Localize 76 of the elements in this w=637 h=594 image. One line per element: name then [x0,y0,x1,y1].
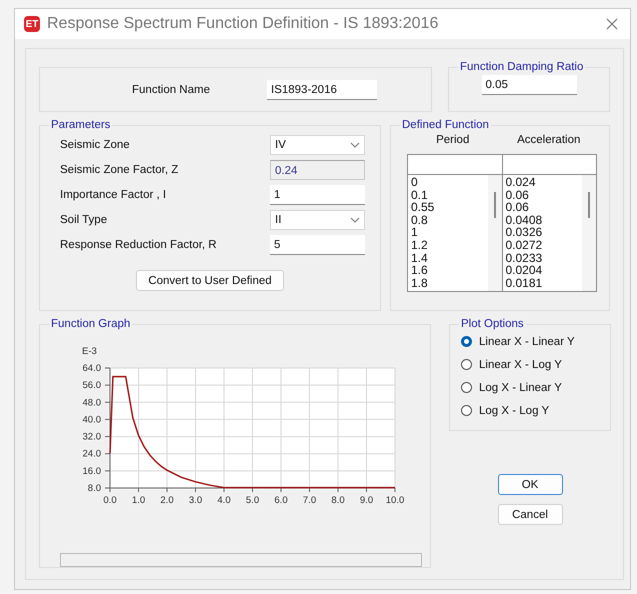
function-name-field[interactable]: IS1893-2016 [267,80,377,100]
value-list[interactable]: 0 0.1 0.55 0.8 1 1.2 1.4 1.6 1.8 [408,175,502,291]
list-item: 0.0272 [506,238,544,252]
x-tick-label: 3.0 [188,495,202,506]
list-item: 0.1 [411,188,429,202]
y-tick-label: 32.0 [82,432,101,443]
x-tick-label: 8.0 [331,495,345,506]
column-header: Period [435,134,470,146]
list-item: 0.0408 [506,214,544,226]
y-tick-label: 8.0 [88,483,101,494]
dialog-button[interactable]: Cancel [498,504,562,525]
field-label: Soil Type [60,214,108,226]
close-icon[interactable] [606,18,618,30]
list-item: 0.0326 [506,226,544,239]
input-field[interactable]: 1 [270,185,365,205]
dropdown[interactable]: II [270,210,365,230]
table-input-cell[interactable] [408,155,502,174]
x-tick-label: 0.0 [103,495,117,506]
x-tick-label: 9.0 [360,495,374,506]
y-tick-label: 56.0 [82,380,101,392]
list-item: 0.0181 [506,276,544,290]
y-tick-label: 64.0 [82,363,101,374]
plot-option-radio[interactable]: Log X - Log Y [458,399,602,422]
list-item: 1.2 [411,238,429,252]
damping-ratio-field[interactable]: 0.05 [482,75,576,95]
y-tick-label: 24.0 [82,448,101,460]
y-tick-label: 16.0 [82,466,101,477]
list-item: 0.8 [411,214,429,226]
group-title: Defined Function [401,119,490,131]
list-item: 0.0233 [506,252,544,264]
group-title: Parameters [50,119,112,131]
field-label: Seismic Zone [60,139,131,151]
list-item: 0.55 [411,201,436,214]
plot-option-radio[interactable]: Log X - Linear Y [458,376,602,399]
plot-option-radio[interactable]: Linear X - Linear Y [458,330,602,353]
x-tick-label: 10.0 [386,495,404,506]
group-title: Function Damping Ratio [459,61,584,73]
group-title: Function Graph [50,318,132,330]
y-tick-label: 48.0 [82,397,101,408]
column-header: Acceleration [516,134,582,146]
list-item: 0.06 [506,188,530,202]
list-item: 1 [411,226,419,239]
y-tick-label: 40.0 [82,414,101,426]
plot-option-radio[interactable]: Linear X - Log Y [458,353,602,376]
list-item: 0.024 [506,176,537,189]
table-input-cell[interactable] [502,155,596,174]
convert-button[interactable]: Convert to User Defined [136,270,284,291]
x-tick-label: 5.0 [246,495,260,506]
app-logo: ET [24,16,40,32]
field-label: Seismic Zone Factor, Z [60,164,180,176]
input-field[interactable]: 5 [270,235,365,255]
group-title: Plot Options [460,318,525,330]
list-item: 0.06 [506,201,530,214]
dialog-button[interactable]: OK [498,474,562,495]
scrollbar-thumb[interactable] [588,192,590,218]
function-name-label: Function Name [132,84,211,96]
x-tick-label: 7.0 [302,495,316,506]
axis-unit-label: E-3 [82,346,97,357]
chevron-down-icon [350,142,360,148]
x-tick-label: 1.0 [132,495,146,506]
dropdown[interactable]: IV [270,135,365,155]
list-item: 0.0204 [506,264,544,277]
field-label: Response Reduction Factor, R [60,239,218,251]
window-title: Response Spectrum Function Definition - IS 1893:2016 [47,15,440,33]
list-item: 0 [411,176,419,189]
field-label: Importance Factor , I [60,189,168,201]
value-list[interactable]: 0.024 0.06 0.06 0.0408 0.0326 0.0272 0.0233 0.0204 0.0181 [502,175,596,291]
x-tick-label: 6.0 [274,495,288,506]
list-item: 1.8 [411,276,429,290]
readonly-field: 0.24 [270,160,365,180]
x-tick-label: 2.0 [160,495,174,506]
x-tick-label: 4.0 [217,495,231,506]
list-item: 1.4 [411,252,429,264]
list-item: 1.6 [411,264,429,277]
chevron-down-icon [350,217,360,223]
scrollbar-thumb[interactable] [494,192,496,218]
